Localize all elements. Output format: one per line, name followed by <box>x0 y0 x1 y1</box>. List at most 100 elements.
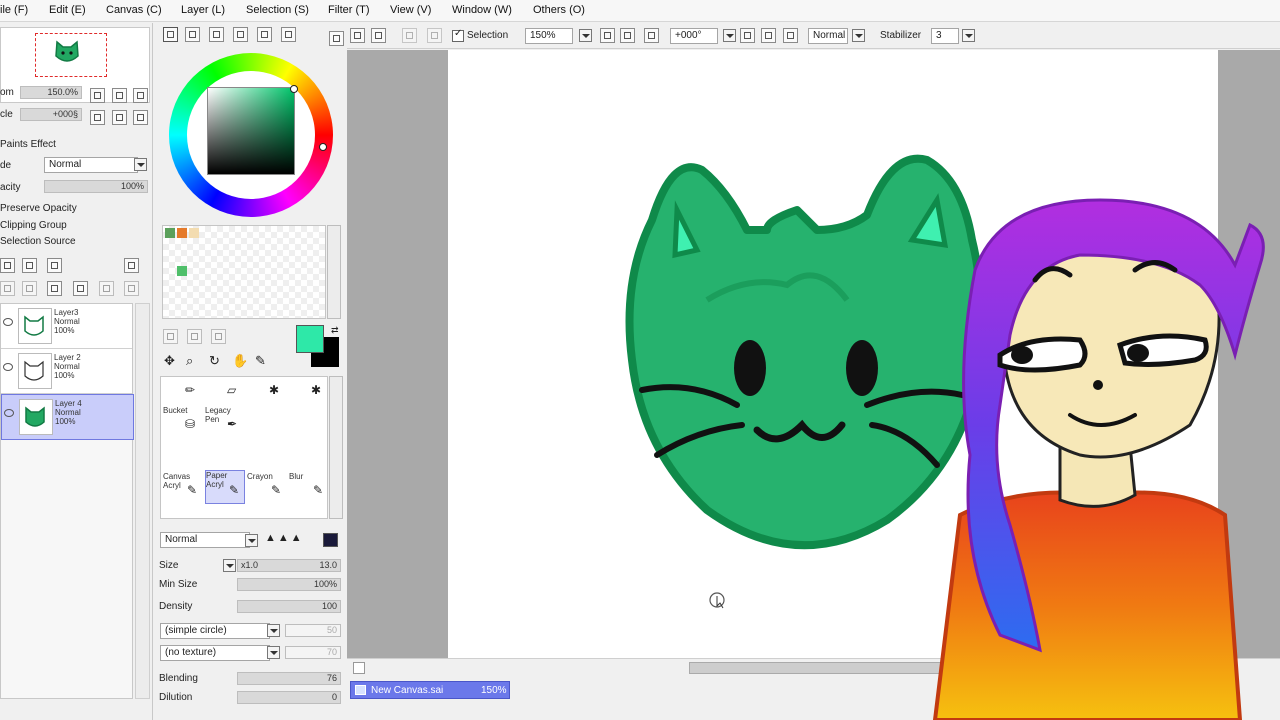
rgb-slider-mode-button[interactable] <box>185 27 200 42</box>
selection-source-checkbox[interactable]: Selection Source <box>0 236 76 247</box>
transfer-down-button[interactable] <box>0 281 15 296</box>
zoom-out-button[interactable] <box>90 88 105 103</box>
eye-icon[interactable] <box>4 409 14 417</box>
brush-shape-icons[interactable]: ▲▲▲ <box>265 532 304 544</box>
zoom-reset-button[interactable] <box>133 88 148 103</box>
hsv-slider-mode-button[interactable] <box>209 27 224 42</box>
magic-wand-tool[interactable] <box>211 329 226 344</box>
layer-row-selected[interactable]: Layer 4 Normal 100% <box>1 394 134 440</box>
preserve-opacity-checkbox[interactable]: Preserve Opacity <box>0 203 77 214</box>
zoom-in-button[interactable] <box>620 28 635 43</box>
new-layer-button[interactable] <box>0 258 15 273</box>
swap-colors-icon[interactable]: ⇄ <box>331 325 339 336</box>
rotate-reset-button[interactable] <box>783 28 798 43</box>
layer-opacity-slider[interactable]: 100% <box>44 180 148 193</box>
dilution-slider[interactable]: 0 <box>237 691 341 704</box>
color-swatches[interactable] <box>162 225 326 319</box>
menu-edit[interactable]: Edit (E) <box>49 4 86 16</box>
tool-airbrush[interactable] <box>247 377 287 411</box>
layer-row[interactable]: Layer3 Normal 100% <box>1 304 132 349</box>
min-size-slider[interactable]: 100% <box>237 578 341 591</box>
delete-layer-button[interactable] <box>73 281 88 296</box>
layer-options-button[interactable] <box>124 258 139 273</box>
blend-mode-field[interactable]: Normal <box>808 28 848 44</box>
blending-slider[interactable]: 76 <box>237 672 341 685</box>
new-linework-layer-button[interactable] <box>22 258 37 273</box>
brush-shape-square[interactable] <box>323 533 338 547</box>
invert-selection-button[interactable] <box>427 28 442 43</box>
menu-selection[interactable]: Selection (S) <box>246 4 309 16</box>
texture-select[interactable]: (no texture) <box>160 645 270 661</box>
chevron-down-icon[interactable] <box>267 646 280 659</box>
menu-file[interactable]: ile (F) <box>0 4 28 16</box>
chevron-down-icon[interactable] <box>723 29 736 42</box>
shape-strength-slider[interactable]: 50 <box>285 624 341 637</box>
select-rect-tool[interactable] <box>163 329 178 344</box>
collapse-panel-button[interactable] <box>329 31 344 46</box>
hand-icon[interactable]: ✋ <box>232 353 248 369</box>
swatch[interactable] <box>189 228 199 238</box>
tool-grid-scrollbar[interactable] <box>329 376 343 519</box>
density-slider[interactable]: 100 <box>237 600 341 613</box>
scroll-left-button[interactable] <box>353 662 365 674</box>
rotate-right-button[interactable] <box>112 110 127 125</box>
clear-layer-button[interactable] <box>47 281 62 296</box>
layer-mode-select[interactable]: Normal <box>44 157 138 173</box>
zoom-field[interactable]: 150% <box>525 28 573 44</box>
palette-mode-button[interactable] <box>233 27 248 42</box>
new-folder-button[interactable] <box>47 258 62 273</box>
rotate-right-button[interactable] <box>761 28 776 43</box>
chevron-down-icon[interactable] <box>134 158 147 171</box>
menu-others[interactable]: Others (O) <box>533 4 585 16</box>
menu-filter[interactable]: Filter (T) <box>328 4 370 16</box>
swatches-scrollbar[interactable] <box>327 225 341 319</box>
rotate-reset-button[interactable] <box>133 110 148 125</box>
layer-list-scrollbar[interactable] <box>135 303 150 699</box>
zoom-icon[interactable]: ⌕ <box>186 353 193 369</box>
zoom-reset-button[interactable] <box>644 28 659 43</box>
delete-mask-button[interactable] <box>124 281 139 296</box>
menu-window[interactable]: Window (W) <box>452 4 512 16</box>
apply-mask-button[interactable] <box>99 281 114 296</box>
undo-button[interactable] <box>350 28 365 43</box>
zoom-in-button[interactable] <box>112 88 127 103</box>
stabilizer-field[interactable]: 3 <box>931 28 959 44</box>
texture-strength-slider[interactable]: 70 <box>285 646 341 659</box>
lasso-tool[interactable] <box>187 329 202 344</box>
swatch[interactable] <box>177 266 187 276</box>
deselect-button[interactable] <box>402 28 417 43</box>
rotate-left-button[interactable] <box>90 110 105 125</box>
chevron-down-icon[interactable] <box>852 29 865 42</box>
angle-slider[interactable]: +000§ <box>20 108 82 121</box>
saturation-value-square[interactable] <box>207 87 295 175</box>
zoom-out-button[interactable] <box>600 28 615 43</box>
swatches-mode-button[interactable] <box>257 27 272 42</box>
eye-icon[interactable] <box>3 363 13 371</box>
tool-legacy-pen[interactable]: Legacy Pen <box>205 406 245 440</box>
rotate-left-button[interactable] <box>740 28 755 43</box>
chevron-down-icon[interactable] <box>267 624 280 637</box>
layer-row[interactable]: Layer 2 Normal 100% <box>1 349 132 394</box>
eyedropper-icon[interactable]: ✎ <box>255 353 266 369</box>
selection-checkbox[interactable]: ✓ <box>452 28 464 42</box>
primary-color-swatch[interactable] <box>296 325 324 353</box>
move-icon[interactable]: ✥ <box>164 353 175 369</box>
chevron-down-icon[interactable] <box>962 29 975 42</box>
chevron-down-icon[interactable] <box>245 534 258 547</box>
brush-shape-select[interactable]: (simple circle) <box>160 623 270 639</box>
merge-down-button[interactable] <box>22 281 37 296</box>
angle-field[interactable]: +000° <box>670 28 718 44</box>
color-wheel-mode-button[interactable] <box>163 27 178 42</box>
menu-view[interactable]: View (V) <box>390 4 431 16</box>
chevron-down-icon[interactable] <box>579 29 592 42</box>
sv-cursor[interactable] <box>290 85 298 93</box>
tool-bucket[interactable]: Bucket <box>163 406 203 440</box>
size-multiplier-dropdown[interactable] <box>223 559 236 572</box>
menu-canvas[interactable]: Canvas (C) <box>106 4 162 16</box>
tool-watercolor[interactable] <box>289 377 329 411</box>
menu-layer[interactable]: Layer (L) <box>181 4 225 16</box>
eye-icon[interactable] <box>3 318 13 326</box>
scratchpad-mode-button[interactable] <box>281 27 296 42</box>
document-tab[interactable]: New Canvas.sai 150% <box>350 681 510 699</box>
redo-button[interactable] <box>371 28 386 43</box>
